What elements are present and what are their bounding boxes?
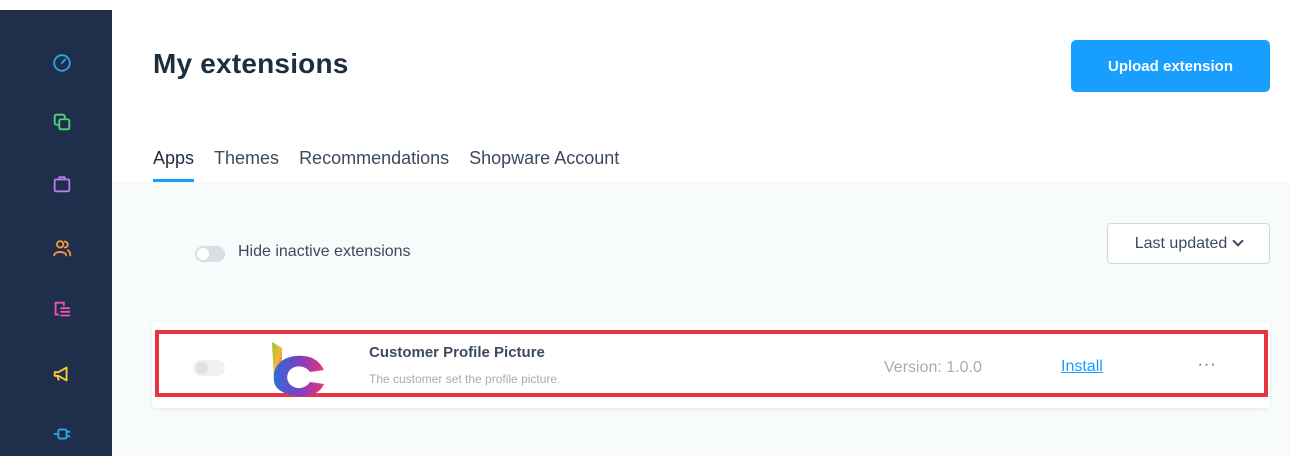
sort-select[interactable]: Last updated (1107, 223, 1270, 264)
extension-name: Customer Profile Picture (369, 344, 545, 361)
customers-icon[interactable] (50, 236, 74, 260)
content-icon[interactable] (50, 298, 74, 322)
tab-apps[interactable]: Apps (153, 146, 195, 182)
hide-inactive-label: Hide inactive extensions (238, 243, 411, 260)
hide-inactive-toggle[interactable] (195, 246, 225, 262)
catalogue-icon[interactable] (50, 110, 74, 134)
marketing-icon[interactable] (50, 362, 74, 386)
extension-version: Version: 1.0.0 (884, 359, 982, 376)
extension-logo (266, 340, 326, 398)
toggle-knob (197, 248, 209, 260)
tab-themes[interactable]: Themes (214, 146, 279, 182)
sidebar (0, 0, 112, 456)
tab-shopware-account[interactable]: Shopware Account (469, 146, 619, 182)
tab-bar: Apps Themes Recommendations Shopware Acc… (153, 146, 639, 182)
extension-description: The customer set the profile picture. (369, 372, 561, 386)
toggle-knob (196, 362, 208, 374)
more-options-icon[interactable]: ··· (1194, 355, 1220, 375)
page-title: My extensions (153, 48, 349, 79)
install-link[interactable]: Install (1061, 358, 1103, 376)
sort-select-value: Last updated (1134, 234, 1228, 252)
orders-icon[interactable] (50, 172, 74, 196)
dashboard-icon[interactable] (50, 51, 74, 75)
sidebar-panel (0, 10, 112, 456)
upload-extension-button[interactable]: Upload extension (1071, 40, 1270, 92)
chevron-down-icon (1232, 235, 1244, 247)
extension-active-toggle[interactable] (193, 360, 225, 376)
tab-recommendations[interactable]: Recommendations (299, 146, 449, 182)
extensions-icon[interactable] (50, 422, 74, 446)
